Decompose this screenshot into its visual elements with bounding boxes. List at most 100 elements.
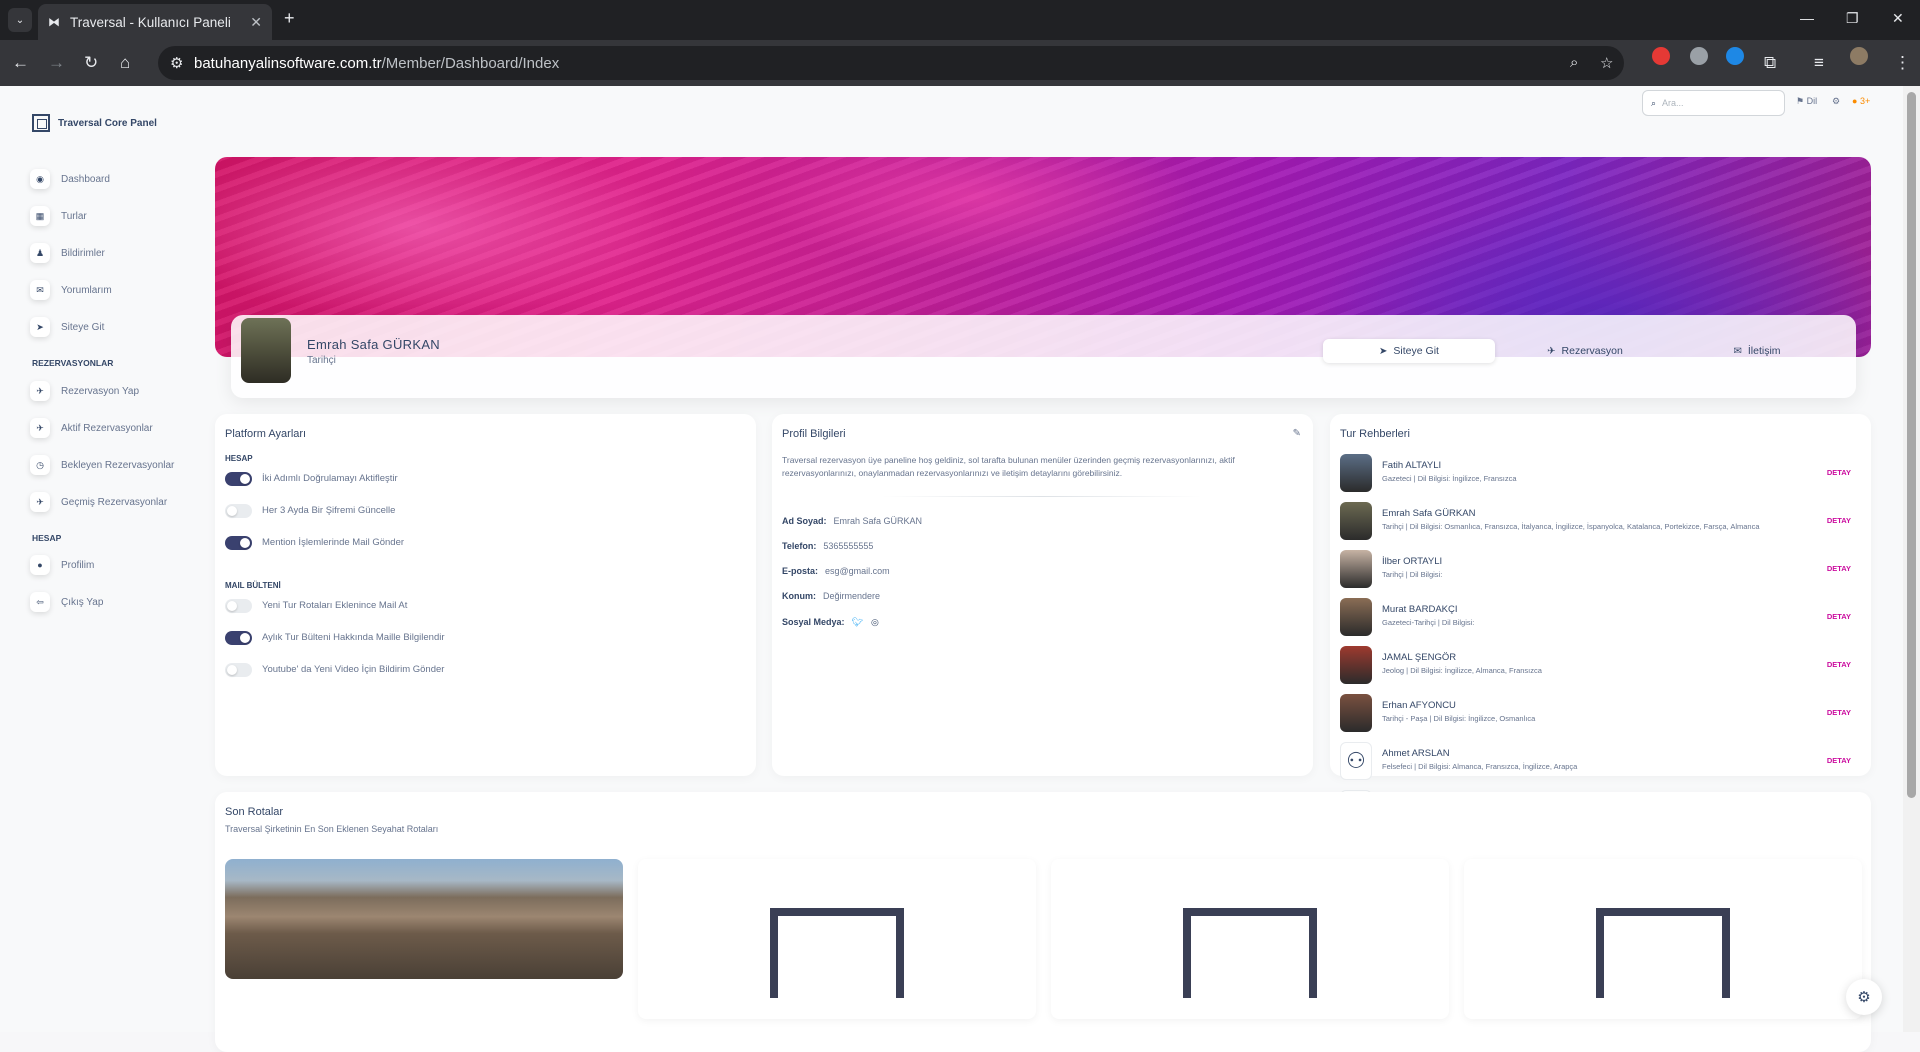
back-icon[interactable]: ← bbox=[12, 53, 29, 73]
zoom-icon[interactable]: ⌕ bbox=[1570, 54, 1578, 71]
detail-link[interactable]: DETAY bbox=[1827, 660, 1851, 669]
sidebar-item-profilim[interactable]: ● Profilim bbox=[30, 552, 94, 578]
plane-depart-icon: ✈ bbox=[30, 381, 50, 401]
brand[interactable]: Traversal Core Panel bbox=[32, 114, 157, 132]
toggle-monthly-bulletin[interactable] bbox=[225, 631, 252, 645]
home-icon[interactable]: ⌂ bbox=[120, 53, 130, 73]
sidebar-item-gecmis[interactable]: ✈ Geçmiş Rezervasyonlar bbox=[30, 489, 167, 515]
sidebar-item-dashboard[interactable]: ◉ Dashboard bbox=[30, 166, 110, 192]
toggle-two-factor[interactable] bbox=[225, 472, 252, 486]
sidebar-item-yorumlarim[interactable]: ✉ Yorumlarım bbox=[30, 277, 112, 303]
info-key: Konum: bbox=[782, 591, 816, 601]
address-bar[interactable]: ⚙ batuhanyalinsoftware.com.tr/Member/Das… bbox=[158, 46, 1624, 80]
page-scrollbar[interactable] bbox=[1903, 86, 1920, 1032]
toggle-new-routes-mail[interactable] bbox=[225, 599, 252, 613]
profile-header-card: Emrah Safa GÜRKAN Tarihçi ➤ Siteye Git ✈ R… bbox=[231, 315, 1856, 398]
envelope-icon: ✉ bbox=[1733, 345, 1742, 357]
sidebar-item-bildirimler[interactable]: ♟ Bildirimler bbox=[30, 240, 105, 266]
route-image-placeholder[interactable] bbox=[1464, 859, 1862, 1019]
scrollbar-thumb[interactable] bbox=[1907, 92, 1916, 798]
new-tab-icon[interactable]: + bbox=[284, 8, 295, 29]
plane-icon: ✈ bbox=[30, 418, 50, 438]
toggle-mention-mail[interactable] bbox=[225, 536, 252, 550]
platform-settings-card: Platform Ayarları HESAP İki Adımlı Doğru… bbox=[215, 414, 756, 776]
route-image[interactable] bbox=[225, 859, 623, 979]
sidebar-item-aktif[interactable]: ✈ Aktif Rezervasyonlar bbox=[30, 415, 153, 441]
guide-avatar-placeholder-icon: ⚇ bbox=[1340, 742, 1372, 780]
guide-name: Erhan AFYONCU bbox=[1382, 700, 1456, 711]
twitter-icon[interactable]: 🐦︎ bbox=[852, 617, 863, 627]
image-placeholder-icon bbox=[1183, 908, 1317, 998]
search-input[interactable]: ⌕ Ara... bbox=[1642, 90, 1785, 116]
minimize-icon[interactable]: — bbox=[1800, 10, 1814, 26]
reload-icon[interactable]: ↻ bbox=[84, 53, 98, 73]
image-placeholder-icon bbox=[770, 908, 904, 998]
sidebar-item-rezervasyon-yap[interactable]: ✈ Rezervasyon Yap bbox=[30, 378, 139, 404]
profile-avatar-icon[interactable] bbox=[1850, 47, 1868, 65]
browser-menu-icon[interactable]: ⋮ bbox=[1894, 53, 1911, 73]
toggle-label: Her 3 Ayda Bir Şifremi Güncelle bbox=[262, 505, 396, 516]
detail-link[interactable]: DETAY bbox=[1827, 612, 1851, 621]
sidebar-item-turlar[interactable]: ▦ Turlar bbox=[30, 203, 87, 229]
sidebar-item-siteye-git[interactable]: ➤ Siteye Git bbox=[30, 314, 104, 340]
restore-icon[interactable]: ❐ bbox=[1846, 10, 1859, 27]
sidebar-item-label: Çıkış Yap bbox=[61, 596, 104, 608]
language-button[interactable]: ⚑ Dil bbox=[1796, 96, 1817, 107]
extension-globe-icon[interactable] bbox=[1690, 47, 1708, 65]
extension-blue-icon[interactable] bbox=[1726, 47, 1744, 65]
edit-profile-icon[interactable]: ✎ bbox=[1293, 428, 1301, 439]
search-placeholder: Ara... bbox=[1662, 98, 1684, 108]
sidebar-item-label: Turlar bbox=[61, 210, 87, 222]
close-window-icon[interactable]: ✕ bbox=[1892, 10, 1904, 27]
detail-link[interactable]: DETAY bbox=[1827, 564, 1851, 573]
detail-link[interactable]: DETAY bbox=[1827, 516, 1851, 525]
route-image-placeholder[interactable] bbox=[638, 859, 1036, 1019]
info-key: Sosyal Medya: bbox=[782, 617, 845, 627]
bookmark-star-icon[interactable]: ☆ bbox=[1600, 54, 1613, 72]
close-tab-icon[interactable]: ✕ bbox=[250, 14, 262, 31]
detail-link[interactable]: DETAY bbox=[1827, 756, 1851, 765]
tab-rezervasyon[interactable]: ✈ Rezervasyon bbox=[1499, 339, 1671, 363]
tab-iletisim[interactable]: ✉ İletişim bbox=[1671, 339, 1843, 363]
sidebar-item-label: Profilim bbox=[61, 559, 95, 571]
info-row: Konum: Değirmendere bbox=[782, 591, 880, 601]
info-value: esg@gmail.com bbox=[825, 566, 890, 576]
card-title: Son Rotalar bbox=[225, 806, 284, 818]
profile-name: Emrah Safa GÜRKAN bbox=[307, 337, 440, 352]
configurator-button[interactable]: ⚙ bbox=[1846, 979, 1882, 1015]
toggle-youtube-notify[interactable] bbox=[225, 663, 252, 677]
paper-plane-icon: ➤ bbox=[30, 317, 50, 337]
notification-badge: 3+ bbox=[1859, 96, 1871, 106]
info-row: Sosyal Medya: 🐦︎ ◎ bbox=[782, 617, 879, 628]
notifications-button[interactable]: ● 3+ bbox=[1852, 96, 1870, 106]
extension-red-icon[interactable] bbox=[1652, 47, 1670, 65]
settings-gear-icon[interactable]: ⚙ bbox=[1832, 96, 1840, 107]
sidebar-item-cikis[interactable]: ⇦ Çıkış Yap bbox=[30, 589, 103, 615]
sidebar-section-account: HESAP bbox=[32, 533, 62, 543]
tab-siteye-git[interactable]: ➤ Siteye Git bbox=[1323, 339, 1495, 363]
detail-link[interactable]: DETAY bbox=[1827, 468, 1851, 477]
brand-logo-icon bbox=[32, 114, 50, 132]
tab-list-icon[interactable]: ⌄ bbox=[8, 8, 32, 32]
toggle-password-update[interactable] bbox=[225, 504, 252, 518]
media-controls-icon[interactable]: ≡ bbox=[1814, 53, 1824, 73]
route-image-placeholder[interactable] bbox=[1051, 859, 1449, 1019]
detail-link[interactable]: DETAY bbox=[1827, 708, 1851, 717]
info-key: Telefon: bbox=[782, 541, 817, 551]
comments-icon: ✉ bbox=[30, 280, 50, 300]
guide-photo bbox=[1340, 502, 1372, 540]
forward-icon[interactable]: → bbox=[48, 53, 65, 73]
instagram-icon[interactable]: ◎ bbox=[871, 617, 879, 627]
toggle-label: Mention İşlemlerinde Mail Gönder bbox=[262, 537, 405, 548]
extensions-puzzle-icon[interactable]: ⧉ bbox=[1764, 53, 1776, 73]
guide-info: Gazeteci-Tarihçi | Dil Bilgisi: bbox=[1382, 618, 1475, 627]
tour-guides-card: Tur Rehberleri Fatih ALTAYLI Gazeteci | D… bbox=[1330, 414, 1871, 828]
browser-tab[interactable]: ⧓ Traversal - Kullanıcı Paneli ✕ bbox=[38, 4, 272, 40]
sidebar-item-label: Yorumlarım bbox=[61, 284, 112, 296]
sidebar-item-bekleyen[interactable]: ◷ Bekleyen Rezervasyonlar bbox=[30, 452, 174, 478]
site-info-icon[interactable]: ⚙ bbox=[170, 54, 183, 72]
language-label: Dil bbox=[1806, 96, 1818, 106]
guide-info: Tarihçi | Dil Bilgisi: bbox=[1382, 570, 1443, 579]
info-key: Ad Soyad: bbox=[782, 516, 827, 526]
card-title: Platform Ayarları bbox=[225, 428, 307, 440]
